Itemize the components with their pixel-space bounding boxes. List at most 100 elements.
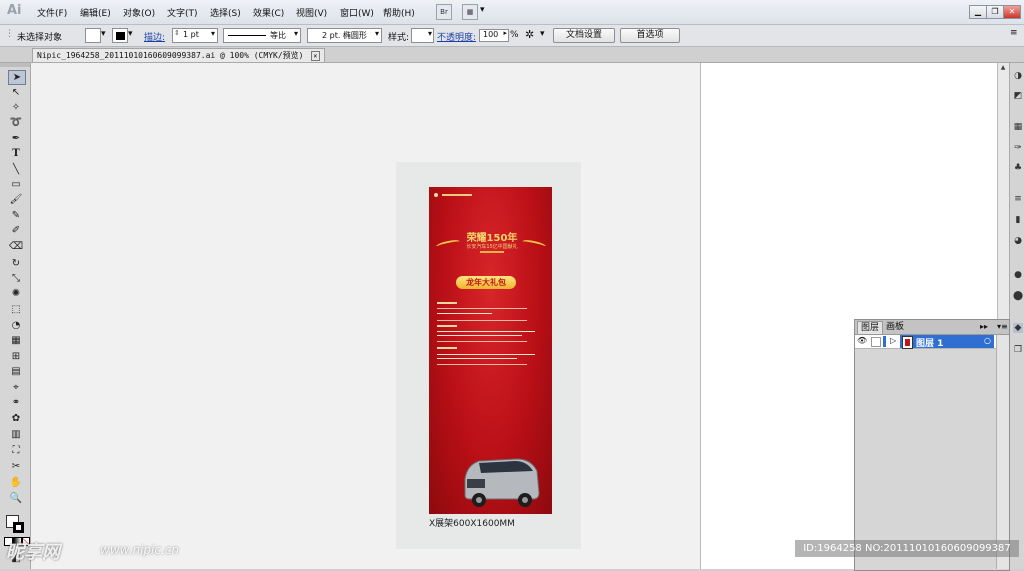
document-setup-button[interactable]: 文档设置	[553, 28, 615, 43]
restore-icon[interactable]: ❐	[986, 5, 1004, 19]
blend-tool-icon[interactable]: ⚭	[8, 396, 24, 409]
opacity-field[interactable]: 100 ▸	[479, 29, 509, 42]
chevron-down-icon[interactable]: ▾	[101, 29, 106, 39]
perspective-grid-tool-icon[interactable]: ▦	[8, 334, 24, 347]
chevron-right-icon[interactable]: ▸	[503, 29, 507, 37]
shape-builder-tool-icon[interactable]: ◔	[8, 319, 24, 332]
opacity-value: 100	[483, 30, 499, 39]
arrange-documents-icon[interactable]: ▦	[462, 4, 478, 20]
layers-scrollbar[interactable]	[996, 335, 1009, 569]
stroke-swatch[interactable]	[112, 28, 128, 43]
chevron-down-icon[interactable]: ▾	[540, 29, 545, 39]
target-circle-icon[interactable]: ○	[984, 336, 991, 345]
paintbrush-tool-icon[interactable]: 🖌	[8, 193, 24, 206]
expand-triangle-icon[interactable]: ▷	[890, 336, 896, 345]
layer-row[interactable]: 👁 ▷ 图层 1 ○	[855, 335, 996, 349]
color-guide-icon[interactable]: ◩	[1013, 91, 1023, 101]
warp-tool-icon[interactable]: ✺	[8, 287, 24, 300]
chevron-down-icon[interactable]: ▾	[128, 29, 133, 39]
free-transform-tool-icon[interactable]: ⬚	[8, 303, 24, 316]
close-icon[interactable]: ✕	[1003, 5, 1021, 19]
stroke-weight-field[interactable]: ⇕ 1 pt ▾	[172, 28, 218, 43]
brush-definition[interactable]: 2 pt. 椭圆形 ▾	[307, 28, 382, 43]
brushes-panel-icon[interactable]: ✑	[1013, 143, 1023, 153]
collapse-panel-icon[interactable]: ▸▸	[977, 321, 991, 333]
variable-width-profile[interactable]: 等比 ▾	[223, 28, 301, 43]
column-graph-tool-icon[interactable]: ▥	[8, 428, 24, 441]
line-tool-icon[interactable]: ╲	[8, 163, 24, 176]
stepper-icon[interactable]: ⇕	[174, 29, 180, 37]
recolor-artwork-icon[interactable]: ✲	[525, 28, 534, 41]
mesh-tool-icon[interactable]: ⊞	[8, 350, 24, 363]
color-panel-icon[interactable]: ◑	[1013, 71, 1023, 81]
panel-menu-icon[interactable]: ≡	[1010, 28, 1018, 38]
artboards-panel-icon[interactable]: ❐	[1013, 345, 1023, 355]
symbol-sprayer-tool-icon[interactable]: ✿	[8, 412, 24, 425]
zoom-tool-icon[interactable]: 🔍	[8, 492, 24, 505]
lasso-tool-icon[interactable]: ➰	[8, 116, 24, 129]
menu-file[interactable]: 文件(F)	[37, 6, 67, 19]
preferences-button[interactable]: 首选项	[620, 28, 680, 43]
direct-selection-tool-icon[interactable]: ↖	[8, 86, 24, 99]
transparency-panel-icon[interactable]: ◕	[1013, 236, 1023, 246]
pencil-tool-icon[interactable]: ✎	[8, 209, 24, 222]
lock-toggle[interactable]	[871, 337, 881, 347]
rotate-tool-icon[interactable]: ↻	[8, 257, 24, 270]
stroke-color-icon[interactable]	[13, 522, 24, 533]
opacity-link[interactable]: 不透明度:	[437, 30, 476, 43]
chevron-down-icon[interactable]: ▾	[375, 29, 379, 38]
poster-artwork[interactable]: 荣耀150年 长安汽车15亿中国献礼 龙年大礼包	[429, 187, 552, 514]
minimize-icon[interactable]: ▁	[969, 5, 987, 19]
tab-artboards[interactable]: 画板	[883, 321, 907, 333]
stroke-link[interactable]: 描边:	[144, 30, 165, 43]
layers-panel-icon[interactable]: ◆	[1013, 323, 1023, 333]
menu-object[interactable]: 对象(O)	[123, 6, 155, 19]
chevron-down-icon[interactable]: ▾	[480, 5, 485, 15]
eyedropper-tool-icon[interactable]: ⌖	[8, 381, 24, 394]
symbols-panel-icon[interactable]: ♣	[1013, 163, 1023, 173]
type-tool-icon[interactable]: T	[8, 147, 24, 160]
menu-effect[interactable]: 效果(C)	[253, 6, 284, 19]
tab-layers[interactable]: 图层	[857, 321, 884, 334]
pen-tool-icon[interactable]: ✒	[8, 132, 24, 145]
fill-swatch[interactable]	[85, 28, 101, 43]
hand-tool-icon[interactable]: ✋	[8, 476, 24, 489]
menu-help[interactable]: 帮助(H)	[383, 6, 415, 19]
appearance-panel-icon[interactable]: ●	[1013, 270, 1023, 280]
bridge-icon[interactable]: Br	[436, 4, 452, 20]
layers-panel-header: 图层 画板 ▸▸ ▾≡	[855, 320, 1009, 335]
blob-brush-tool-icon[interactable]: ✐	[8, 224, 24, 237]
tools-panel: ➤ ↖ ✧ ➰ ✒ T ╲ ▭ 🖌 ✎ ✐ ⌫ ↻ ⤡ ✺ ⬚ ◔ ▦ ⊞ ▤ …	[0, 63, 31, 569]
selection-tool-icon[interactable]: ➤	[8, 70, 26, 85]
brush-label: 2 pt. 椭圆形	[322, 31, 367, 40]
scroll-up-icon[interactable]: ▲	[999, 64, 1007, 73]
stroke-panel-icon[interactable]: ≡	[1013, 194, 1023, 204]
document-tab-title: Nipic_1964258_20111010160609099387.ai @ …	[37, 51, 304, 60]
graphic-style-swatch[interactable]: ▾	[411, 28, 434, 43]
menu-window[interactable]: 窗口(W)	[340, 6, 374, 19]
artboard-tool-icon[interactable]: ⛶	[8, 444, 24, 457]
panel-menu-icon[interactable]: ▾≡	[994, 321, 1011, 333]
gradient-panel-icon[interactable]: ▮	[1013, 215, 1023, 225]
rectangle-tool-icon[interactable]: ▭	[8, 178, 24, 191]
slice-tool-icon[interactable]: ✂	[8, 460, 24, 473]
chevron-down-icon[interactable]: ▾	[294, 29, 298, 38]
magic-wand-tool-icon[interactable]: ✧	[8, 101, 24, 114]
menu-view[interactable]: 视图(V)	[296, 6, 327, 19]
eraser-tool-icon[interactable]: ⌫	[8, 240, 24, 253]
tools-panel-grip[interactable]	[0, 63, 30, 67]
graphic-styles-panel-icon[interactable]: ⬤	[1013, 291, 1023, 301]
swatches-panel-icon[interactable]: ▦	[1013, 122, 1023, 132]
profile-label: 等比	[270, 31, 286, 40]
eye-icon[interactable]: 👁	[857, 336, 867, 345]
chevron-down-icon[interactable]: ▾	[428, 29, 432, 38]
menu-select[interactable]: 选择(S)	[210, 6, 241, 19]
menu-type[interactable]: 文字(T)	[167, 6, 198, 19]
gift-pack-label: 龙年大礼包	[456, 276, 516, 289]
scale-tool-icon[interactable]: ⤡	[8, 272, 24, 285]
close-tab-icon[interactable]: ✕	[311, 51, 320, 61]
menu-edit[interactable]: 编辑(E)	[80, 6, 111, 19]
gradient-tool-icon[interactable]: ▤	[8, 365, 24, 378]
document-tab[interactable]: Nipic_1964258_20111010160609099387.ai @ …	[32, 48, 325, 62]
chevron-down-icon[interactable]: ▾	[211, 29, 215, 38]
